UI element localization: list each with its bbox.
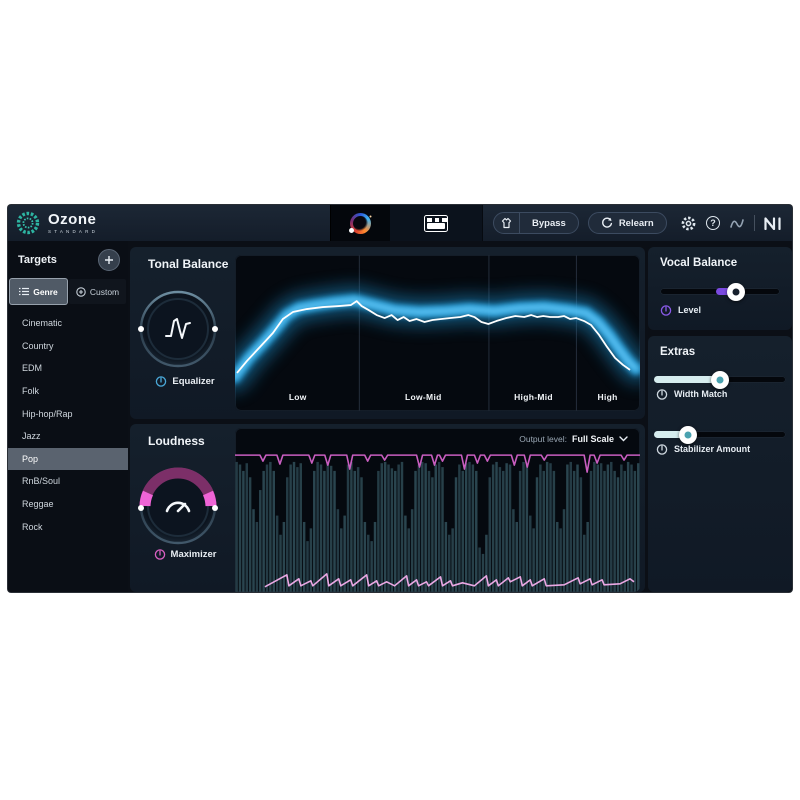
help-icon[interactable]: ? <box>706 216 720 230</box>
equalizer-power-icon[interactable] <box>155 375 167 387</box>
stabilizer-slider[interactable] <box>654 426 786 443</box>
loudness-card: Loudness Maximizer <box>130 424 645 592</box>
add-target-button[interactable] <box>98 249 120 271</box>
vocal-slider-knob[interactable] <box>727 283 745 301</box>
tonal-balance-display: LowLow-MidHigh-MidHigh <box>235 255 640 411</box>
master-assistant-icon[interactable] <box>350 213 371 234</box>
relearn-button[interactable]: Relearn <box>588 212 667 234</box>
genre-item[interactable]: Rock <box>8 515 128 538</box>
circle-plus-icon <box>76 287 86 297</box>
stabilizer-power-icon[interactable] <box>656 443 668 455</box>
level-label: Level <box>678 305 701 315</box>
relearn-label: Relearn <box>619 218 654 229</box>
master-assistant-section <box>330 205 390 241</box>
app-name: Ozone <box>48 212 98 227</box>
app-edition: STANDARD <box>48 229 98 234</box>
genre-item[interactable]: Pop <box>8 448 128 471</box>
relearn-icon <box>601 217 613 229</box>
genre-item[interactable]: EDM <box>8 357 128 380</box>
output-level-value: Full Scale <box>572 434 614 444</box>
vocal-balance-card: Vocal Balance Level <box>648 247 792 330</box>
partner-logo-icon <box>764 217 782 230</box>
genre-item[interactable]: Reggae <box>8 493 128 516</box>
width-match-power-icon[interactable] <box>656 388 668 400</box>
app-logo: Ozone STANDARD <box>8 205 330 241</box>
chevron-down-icon <box>619 436 628 442</box>
plus-icon <box>104 255 114 265</box>
tonal-balance-title: Tonal Balance <box>148 257 228 271</box>
signal-wave-icon[interactable] <box>729 216 745 230</box>
maximizer-label: Maximizer <box>171 549 217 560</box>
sidebar-title: Targets <box>18 254 57 266</box>
audition-icon[interactable] <box>494 213 520 233</box>
genre-list: CinematicCountryEDMFolkHip-hop/RapJazzPo… <box>8 312 128 538</box>
ozone-logo-icon <box>15 210 41 236</box>
genre-item[interactable]: Hip-hop/Rap <box>8 402 128 425</box>
genre-item[interactable]: Cinematic <box>8 312 128 335</box>
tab-genre[interactable]: Genre <box>10 279 67 304</box>
targets-sidebar: Targets Genre Custom Ci <box>8 241 128 592</box>
genre-item[interactable]: Jazz <box>8 425 128 448</box>
output-level-dropdown[interactable]: Output level: Full Scale <box>519 434 628 444</box>
ozone-plugin-window: Ozone STANDARD Bypass <box>8 205 792 592</box>
equalizer-label: Equalizer <box>172 376 214 387</box>
topbar: Ozone STANDARD Bypass <box>8 205 792 241</box>
ceiling-line <box>235 455 640 472</box>
topbar-divider <box>754 215 755 231</box>
genre-item[interactable]: Folk <box>8 380 128 403</box>
stabilizer-knob[interactable] <box>679 426 697 444</box>
stabilizer-label: Stabilizer Amount <box>674 444 750 454</box>
extras-title: Extras <box>660 346 695 358</box>
tab-custom[interactable]: Custom <box>69 279 126 304</box>
equalizer-knob[interactable] <box>136 287 220 371</box>
vocal-level-slider[interactable] <box>660 283 780 300</box>
width-match-knob[interactable] <box>711 371 729 389</box>
tonal-balance-card: Tonal Balance <box>130 247 645 419</box>
width-match-slider[interactable] <box>654 371 786 388</box>
bypass-group: Bypass <box>493 212 579 234</box>
genre-item[interactable]: RnB/Soul <box>8 470 128 493</box>
band-labels: LowLow-MidHigh-MidHigh <box>235 392 640 404</box>
maximizer-power-icon[interactable] <box>154 548 166 560</box>
genre-item[interactable]: Country <box>8 335 128 358</box>
module-chain-section <box>390 205 483 241</box>
vocal-balance-title: Vocal Balance <box>660 257 737 269</box>
loudness-title: Loudness <box>148 434 205 448</box>
settings-gear-icon[interactable] <box>680 215 697 232</box>
width-match-label: Width Match <box>674 389 727 399</box>
bypass-button[interactable]: Bypass <box>520 218 578 229</box>
extras-card: Extras Width Match Stabilizer Amount <box>648 336 792 592</box>
list-icon <box>19 287 29 296</box>
module-chain-icon[interactable] <box>424 215 448 232</box>
loudness-display: Output level: Full Scale <box>235 428 640 592</box>
target-tabs: Genre Custom <box>8 279 128 304</box>
output-level-label: Output level: <box>519 434 567 444</box>
level-power-icon[interactable] <box>660 304 672 316</box>
transport-controls: Bypass Relearn ? <box>483 205 792 241</box>
maximizer-knob[interactable] <box>136 464 220 548</box>
